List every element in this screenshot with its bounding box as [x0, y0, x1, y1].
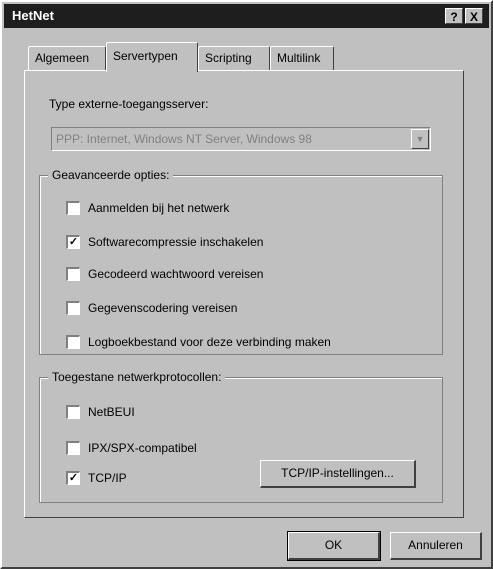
checkbox[interactable]: [66, 267, 80, 281]
protocols-legend: Toegestane netwerkprotocollen:: [48, 370, 226, 384]
checkbox[interactable]: ✓: [66, 471, 80, 485]
option-label: Logboekbestand voor deze verbinding make…: [88, 335, 331, 349]
cancel-button[interactable]: Annuleren: [390, 532, 482, 560]
checkbox[interactable]: [66, 441, 80, 455]
close-button[interactable]: X: [465, 8, 483, 24]
title-bar[interactable]: HetNet ? X: [4, 4, 489, 28]
protocol-label: IPX/SPX-compatibel: [88, 441, 197, 455]
dialog-window: HetNet ? X Algemeen Servertypen Scriptin…: [0, 0, 493, 569]
option-label: Aanmelden bij het netwerk: [88, 201, 230, 215]
tab-multilink[interactable]: Multilink: [270, 46, 334, 70]
checkbox[interactable]: ✓: [66, 235, 80, 249]
chevron-down-icon[interactable]: ▼: [411, 129, 429, 149]
tab-panel-servertypen: Type externe-toegangsserver: PPP: Intern…: [24, 70, 464, 518]
ok-button[interactable]: OK: [287, 531, 381, 561]
server-type-label: Type externe-toegangsserver:: [49, 97, 209, 111]
protocol-label: NetBEUI: [88, 405, 135, 419]
window-title: HetNet: [12, 8, 54, 23]
server-type-select[interactable]: PPP: Internet, Windows NT Server, Window…: [51, 127, 431, 151]
option-label: Gegevenscodering vereisen: [88, 301, 238, 315]
tab-scripting[interactable]: Scripting: [198, 46, 270, 70]
tab-algemeen[interactable]: Algemeen: [28, 46, 106, 70]
checkbox[interactable]: [66, 301, 80, 315]
checkbox[interactable]: [66, 405, 80, 419]
protocols-group: Toegestane netwerkprotocollen: NetBEUI I…: [39, 370, 443, 503]
option-label: Softwarecompressie inschakelen: [88, 235, 264, 249]
advanced-options-legend: Geavanceerde opties:: [48, 168, 174, 182]
checkbox[interactable]: [66, 201, 80, 215]
protocol-label: TCP/IP: [88, 471, 127, 485]
checkbox[interactable]: [66, 335, 80, 349]
tcpip-settings-button[interactable]: TCP/IP-instellingen...: [260, 460, 416, 488]
option-label: Gecodeerd wachtwoord vereisen: [88, 267, 264, 281]
advanced-options-group: Geavanceerde opties: Aanmelden bij het n…: [39, 168, 443, 355]
help-button[interactable]: ?: [445, 8, 463, 24]
tab-servertypen[interactable]: Servertypen: [106, 42, 198, 72]
server-type-value: PPP: Internet, Windows NT Server, Window…: [56, 132, 312, 146]
